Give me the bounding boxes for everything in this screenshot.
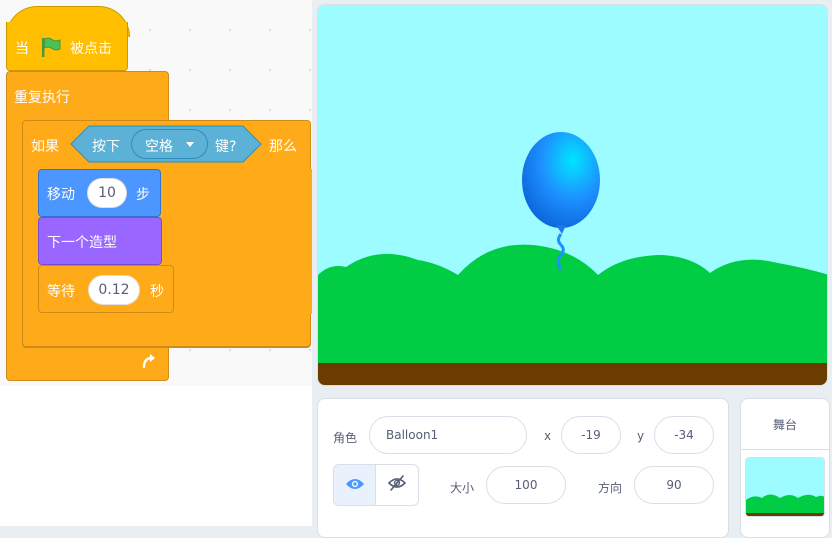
stage-thumbnail[interactable] [745, 457, 825, 517]
key-dropdown[interactable]: 空格 [131, 129, 208, 159]
sprite-name-value: Balloon1 [386, 428, 439, 442]
hat-suffix: 被点击 [70, 41, 112, 57]
hide-button[interactable] [376, 465, 418, 505]
eye-icon [345, 476, 365, 495]
wait-seconds-input[interactable]: 0.12 [88, 275, 140, 305]
wait-label: 等待 [47, 284, 75, 300]
sprite-name-field[interactable]: Balloon1 [369, 416, 527, 454]
code-area-blank [0, 386, 312, 526]
then-label: 那么 [269, 139, 297, 155]
key-pressed-prefix: 按下 [92, 139, 120, 155]
if-label: 如果 [31, 139, 59, 155]
forever-label: 重复执行 [14, 90, 70, 106]
y-field[interactable]: -34 [654, 416, 714, 454]
loop-arrow-icon [140, 352, 158, 374]
size-label: 大小 [450, 481, 475, 495]
move-unit-label: 步 [136, 187, 150, 203]
stage-selector-header: 舞台 [741, 399, 829, 450]
stage-selector-panel[interactable]: 舞台 [740, 398, 830, 538]
code-area[interactable]: 重复执行 如果 按下 空格 键? 那么 移动 10 步 下一个造型 等待 0.1… [0, 0, 312, 386]
sprite-name-label: 角色 [333, 431, 358, 445]
sprite-info-panel: 角色 Balloon1 x -19 y -34 大小 100 方向 90 [317, 398, 729, 538]
x-value: -19 [581, 428, 601, 442]
y-label: y [637, 429, 645, 443]
direction-field[interactable]: 90 [634, 466, 714, 504]
y-value: -34 [674, 428, 694, 442]
size-value: 100 [514, 478, 538, 492]
hat-prefix: 当 [15, 41, 29, 57]
key-dropdown-value: 空格 [145, 139, 173, 155]
direction-label: 方向 [598, 481, 623, 495]
chevron-down-icon [186, 142, 194, 147]
visibility-toggle [333, 464, 419, 506]
stage-selector-label: 舞台 [772, 417, 797, 432]
green-flag-icon [39, 35, 63, 63]
next-costume-label: 下一个造型 [47, 235, 117, 251]
show-button[interactable] [334, 465, 376, 505]
wait-unit-label: 秒 [150, 284, 164, 300]
key-pressed-suffix: 键? [215, 139, 237, 155]
direction-value: 90 [666, 478, 682, 492]
x-label: x [544, 429, 552, 443]
move-steps-input[interactable]: 10 [87, 178, 127, 208]
if-bottom-arm [22, 314, 311, 347]
move-label: 移动 [47, 187, 75, 203]
x-field[interactable]: -19 [561, 416, 621, 454]
size-field[interactable]: 100 [486, 466, 566, 504]
eye-slash-icon [387, 474, 407, 496]
balloon-sprite[interactable] [518, 130, 608, 285]
stage[interactable] [317, 4, 828, 386]
